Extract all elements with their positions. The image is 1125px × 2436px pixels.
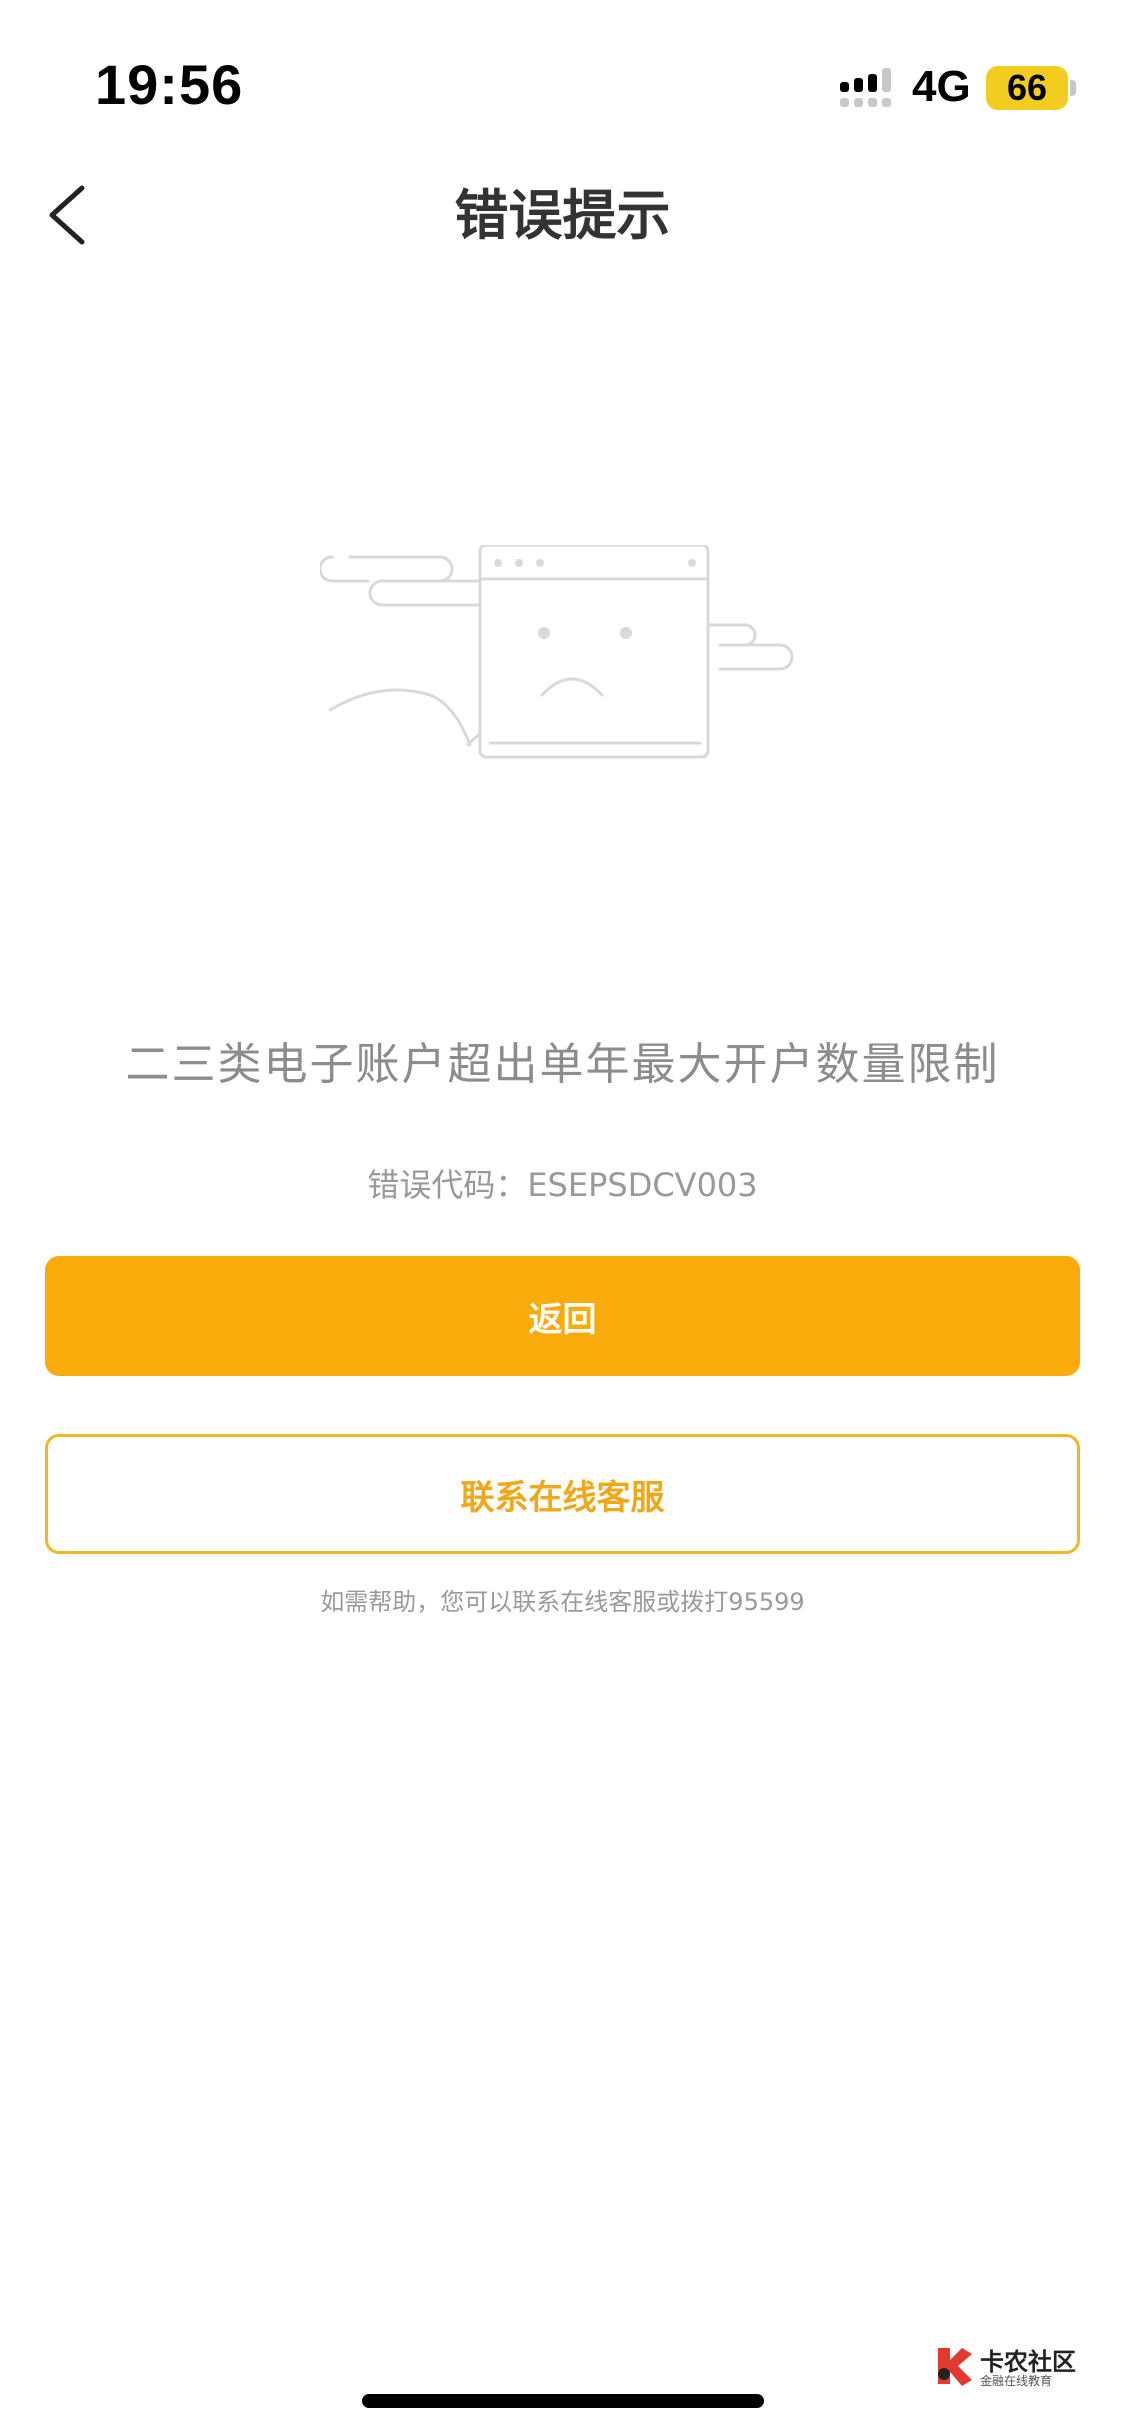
watermark-subtitle: 金融在线教育 <box>980 2374 1053 2388</box>
battery-level: 66 <box>1006 67 1048 108</box>
battery-cap <box>1070 80 1076 96</box>
return-button[interactable]: 返回 <box>45 1256 1080 1376</box>
help-text: 如需帮助，您可以联系在线客服或拨打95599 <box>320 1588 805 1616</box>
status-time: 19:56 <box>95 53 244 116</box>
watermark: 卡农社区 金融在线教育 <box>932 2342 1092 2392</box>
back-chevron-icon[interactable] <box>40 180 100 250</box>
home-indicator[interactable] <box>362 2394 764 2408</box>
error-message: 二三类电子账户超出单年最大开户数量限制 <box>125 1039 1000 1090</box>
network-type: 4G <box>912 62 971 111</box>
signal-strength-icon <box>840 68 891 107</box>
contact-support-button[interactable]: 联系在线客服 <box>45 1434 1080 1554</box>
kanong-logo-icon <box>938 2348 972 2386</box>
sad-window-illustration <box>320 545 794 759</box>
page-title: 错误提示 <box>454 184 671 247</box>
battery-icon: 66 <box>986 66 1068 110</box>
error-code: 错误代码：ESEPSDCV003 <box>367 1166 758 1204</box>
error-page: 19:56 4G 66 错误提示 二三类电子账户超出单年最大开户数量限制 错误代… <box>0 0 1125 2436</box>
